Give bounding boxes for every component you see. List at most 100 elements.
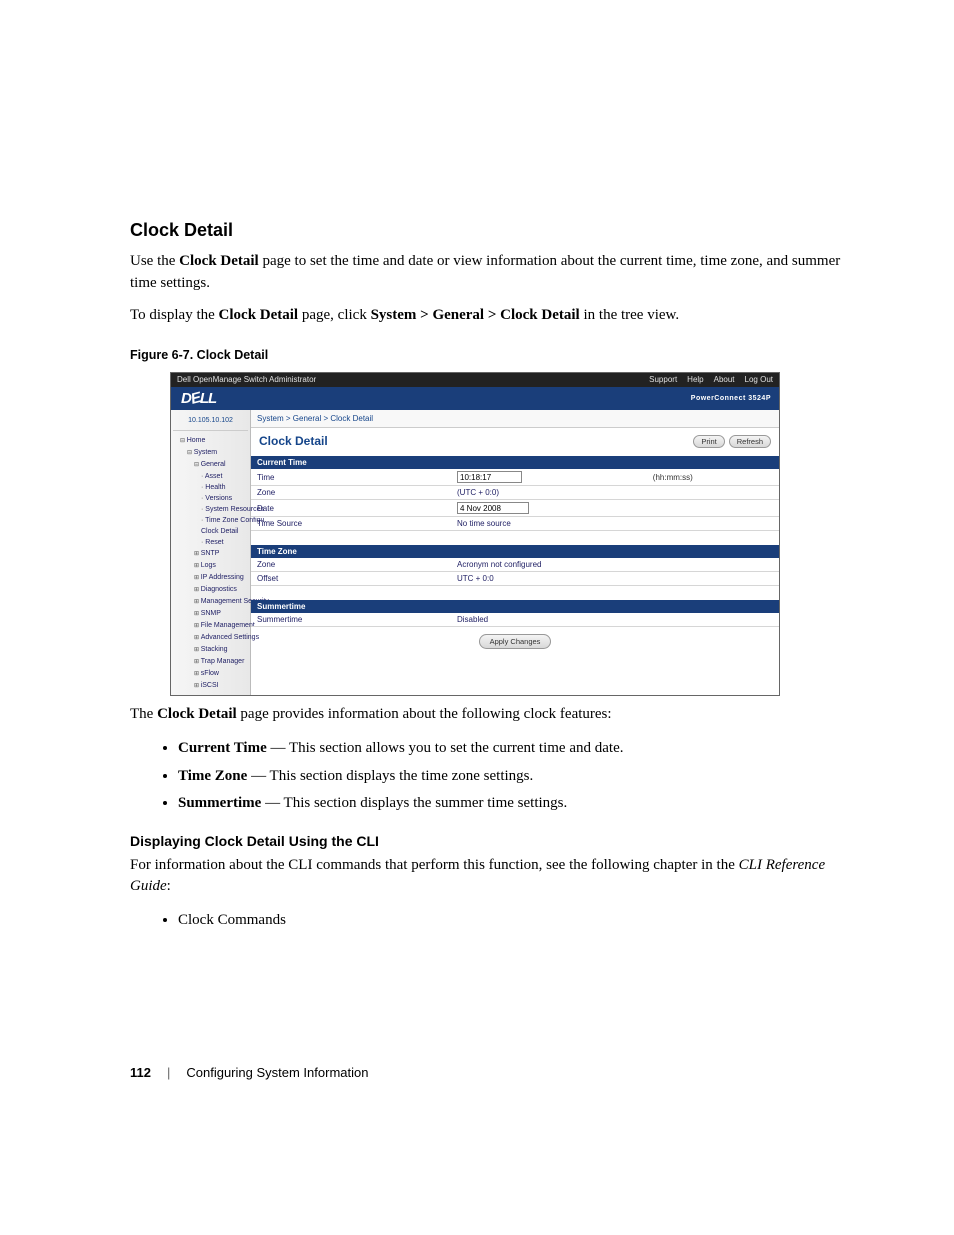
apply-changes-button[interactable]: Apply Changes: [479, 634, 552, 649]
list-item: Summertime — This section displays the s…: [178, 791, 854, 817]
model-label: PowerConnect 3524P: [691, 395, 771, 402]
tree-sntp[interactable]: SNTP: [194, 548, 248, 560]
tree-stacking[interactable]: Stacking: [194, 644, 248, 656]
row-date-value: [451, 500, 779, 517]
page-number: 112: [130, 1065, 151, 1080]
tree-general[interactable]: General: [194, 459, 248, 471]
table-row: Time (hh:mm:ss): [251, 469, 779, 486]
row-st-value: Disabled: [451, 613, 779, 627]
tree-versions[interactable]: Versions: [201, 493, 248, 504]
tree-clock-detail-selected: Clock Detail: [201, 528, 238, 535]
tree-iscsi[interactable]: iSCSI: [194, 680, 248, 692]
chapter-name: Configuring System Information: [186, 1065, 368, 1080]
tree-diagnostics[interactable]: Diagnostics: [194, 584, 248, 596]
window-title: Dell OpenManage Switch Administrator: [177, 374, 316, 386]
list-item: Clock Commands: [178, 908, 854, 934]
time-input[interactable]: [457, 471, 522, 483]
row-zone-value: (UTC + 0:0): [451, 486, 779, 500]
intro-paragraph-2: To display the Clock Detail page, click …: [130, 305, 854, 327]
apply-row: Apply Changes: [251, 627, 779, 652]
print-button[interactable]: Print: [693, 435, 724, 448]
tree-mgmt-security[interactable]: Management Security: [194, 596, 248, 608]
section-current-time: Current Time: [251, 456, 779, 469]
row-zone-label: Zone: [251, 486, 451, 500]
tree-system-resources[interactable]: System Resources: [201, 504, 248, 515]
date-input[interactable]: [457, 502, 529, 514]
tree-sflow[interactable]: sFlow: [194, 668, 248, 680]
cli-commands-list: Clock Commands: [178, 908, 854, 934]
clock-detail-strong: Clock Detail: [157, 706, 237, 722]
row-time-hint: (hh:mm:ss): [647, 469, 779, 486]
cli-paragraph: For information about the CLI commands t…: [130, 855, 854, 899]
sidebar: 10.105.10.102 Home System General Asset …: [171, 410, 251, 695]
row-date-label: Date: [251, 500, 451, 517]
feature-name: Time Zone: [178, 768, 247, 784]
tree-system[interactable]: System: [187, 447, 248, 459]
feature-name: Summertime: [178, 795, 261, 811]
table-row: Offset UTC + 0:0: [251, 572, 779, 586]
feature-list: Current Time — This section allows you t…: [178, 736, 854, 817]
main-panel: System > General > Clock Detail Clock De…: [251, 410, 779, 695]
after-figure-paragraph: The Clock Detail page provides informati…: [130, 704, 854, 726]
list-item: Current Time — This section allows you t…: [178, 736, 854, 762]
text: in the tree view.: [580, 307, 679, 323]
section-heading: Clock Detail: [130, 220, 854, 241]
row-tz-zone-value: Acronym not configured: [451, 558, 779, 572]
footer-separator: |: [167, 1065, 170, 1080]
support-link[interactable]: Support: [649, 374, 677, 386]
tree-reset[interactable]: Reset: [201, 537, 248, 548]
nav-path-strong: System > General > Clock Detail: [371, 307, 580, 323]
page-footer: 112 | Configuring System Information: [130, 1065, 368, 1080]
row-tz-zone-label: Zone: [251, 558, 451, 572]
summertime-table: Summertime Disabled: [251, 613, 779, 627]
about-link[interactable]: About: [714, 374, 735, 386]
tree-ip-addressing[interactable]: IP Addressing: [194, 572, 248, 584]
time-zone-table: Zone Acronym not configured Offset UTC +…: [251, 558, 779, 586]
logo-letter: LL: [200, 390, 216, 407]
tree-home[interactable]: Home: [180, 435, 248, 447]
subsection-heading: Displaying Clock Detail Using the CLI: [130, 833, 854, 849]
section-summertime: Summertime: [251, 600, 779, 613]
tree-file-mgmt[interactable]: File Management: [194, 620, 248, 632]
table-row: Date: [251, 500, 779, 517]
table-row: Time Source No time source: [251, 517, 779, 531]
table-row: Zone Acronym not configured: [251, 558, 779, 572]
help-link[interactable]: Help: [687, 374, 703, 386]
row-source-value: No time source: [451, 517, 779, 531]
feature-desc: — This section displays the summer time …: [261, 795, 567, 811]
table-row: Summertime Disabled: [251, 613, 779, 627]
window-titlebar: Dell OpenManage Switch Administrator Sup…: [171, 373, 779, 387]
tree-health[interactable]: Health: [201, 482, 248, 493]
section-time-zone: Time Zone: [251, 545, 779, 558]
clock-detail-strong: Clock Detail: [219, 307, 299, 323]
feature-desc: — This section displays the time zone se…: [247, 768, 533, 784]
tree-snmp[interactable]: SNMP: [194, 608, 248, 620]
text: The: [130, 706, 157, 722]
tree-trap-manager[interactable]: Trap Manager: [194, 656, 248, 668]
clock-detail-strong: Clock Detail: [179, 253, 259, 269]
figure-screenshot: Dell OpenManage Switch Administrator Sup…: [170, 372, 780, 696]
tree-advanced[interactable]: Advanced Settings: [194, 632, 248, 644]
current-time-table: Time (hh:mm:ss) Zone (UTC + 0:0) Date Ti…: [251, 469, 779, 531]
tree-asset[interactable]: Asset: [201, 471, 248, 482]
breadcrumb: System > General > Clock Detail: [251, 410, 779, 428]
text: :: [167, 878, 171, 894]
tree-clock-detail[interactable]: Clock Detail: [201, 526, 248, 537]
tree-logs[interactable]: Logs: [194, 560, 248, 572]
feature-desc: — This section allows you to set the cur…: [267, 740, 624, 756]
logout-link[interactable]: Log Out: [745, 374, 773, 386]
brand-bar: DELL PowerConnect 3524P: [171, 387, 779, 410]
text: page, click: [298, 307, 370, 323]
figure-caption: Figure 6-7. Clock Detail: [130, 348, 854, 362]
row-offset-value: UTC + 0:0: [451, 572, 779, 586]
text: Use the: [130, 253, 179, 269]
list-item: Time Zone — This section displays the ti…: [178, 764, 854, 790]
tree-tz-config[interactable]: Time Zone Configu…: [201, 515, 248, 526]
refresh-button[interactable]: Refresh: [729, 435, 771, 448]
intro-paragraph-1: Use the Clock Detail page to set the tim…: [130, 251, 854, 295]
feature-name: Current Time: [178, 740, 267, 756]
table-row: Zone (UTC + 0:0): [251, 486, 779, 500]
device-ip: 10.105.10.102: [173, 413, 248, 431]
page-title: Clock Detail: [259, 434, 328, 448]
row-st-label: Summertime: [251, 613, 451, 627]
